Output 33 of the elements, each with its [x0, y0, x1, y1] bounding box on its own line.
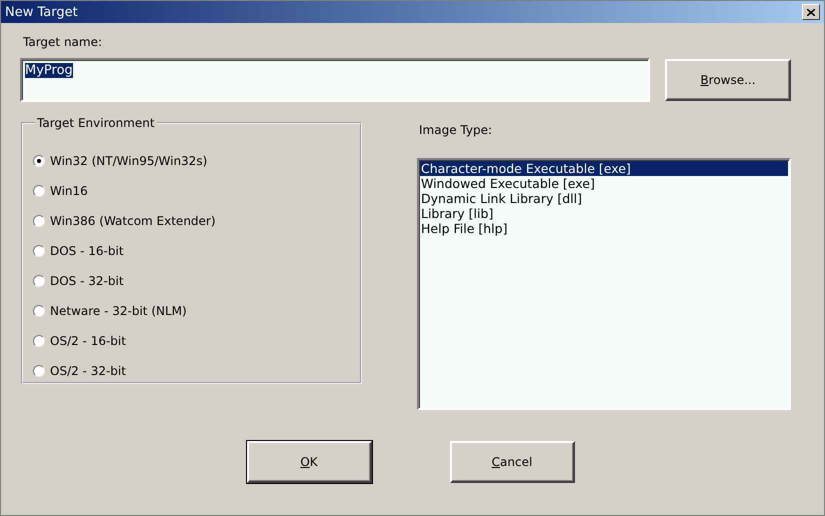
field-value: MyProg: [25, 63, 73, 78]
dialog-button[interactable]: OK: [246, 441, 372, 483]
browse-button[interactable]: Browse...: [665, 59, 791, 101]
list-label: Image Type:: [419, 123, 492, 137]
field-label: Target name:: [23, 35, 102, 49]
radio-button[interactable]: [33, 334, 45, 346]
radio-button[interactable]: [33, 304, 45, 316]
window-title: New Target: [5, 4, 78, 20]
close-icon: [807, 8, 815, 16]
radio-button[interactable]: [33, 214, 45, 226]
radio-button[interactable]: [33, 154, 45, 166]
list-item[interactable]: Character-mode Executable [exe]: [420, 161, 788, 176]
radio-button[interactable]: [33, 274, 45, 286]
close-button[interactable]: [802, 4, 820, 20]
target-name-field[interactable]: MyProg: [20, 58, 650, 102]
radio-button[interactable]: [33, 184, 45, 196]
list-item[interactable]: Dynamic Link Library [dll]: [420, 191, 788, 206]
radio-label: OS/2 - 32-bit: [50, 364, 126, 378]
radio-label: DOS - 32-bit: [50, 274, 124, 288]
list-item[interactable]: Windowed Executable [exe]: [420, 176, 788, 191]
radio-label: Win16: [50, 184, 88, 198]
list-item[interactable]: Help File [hlp]: [420, 221, 788, 236]
radio-label: DOS - 16-bit: [50, 244, 124, 258]
radio-button[interactable]: [33, 364, 45, 376]
radio-button[interactable]: [33, 244, 45, 256]
image-type-list[interactable]: Character-mode Executable [exe] Windowed Executable [exe] Dynamic Link Library [dll] Library [lib] Help File [hlp]: [417, 158, 791, 410]
radio-label: Netware - 32-bit (NLM): [50, 304, 187, 318]
dialog-button[interactable]: Cancel: [450, 441, 574, 483]
radio-label: OS/2 - 16-bit: [50, 334, 126, 348]
radio-label: Win32 (NT/Win95/Win32s): [50, 154, 208, 168]
group-title: Target Environment: [36, 116, 156, 130]
radio-label: Win386 (Watcom Extender): [50, 214, 216, 228]
list-item[interactable]: Library [lib]: [420, 206, 788, 221]
